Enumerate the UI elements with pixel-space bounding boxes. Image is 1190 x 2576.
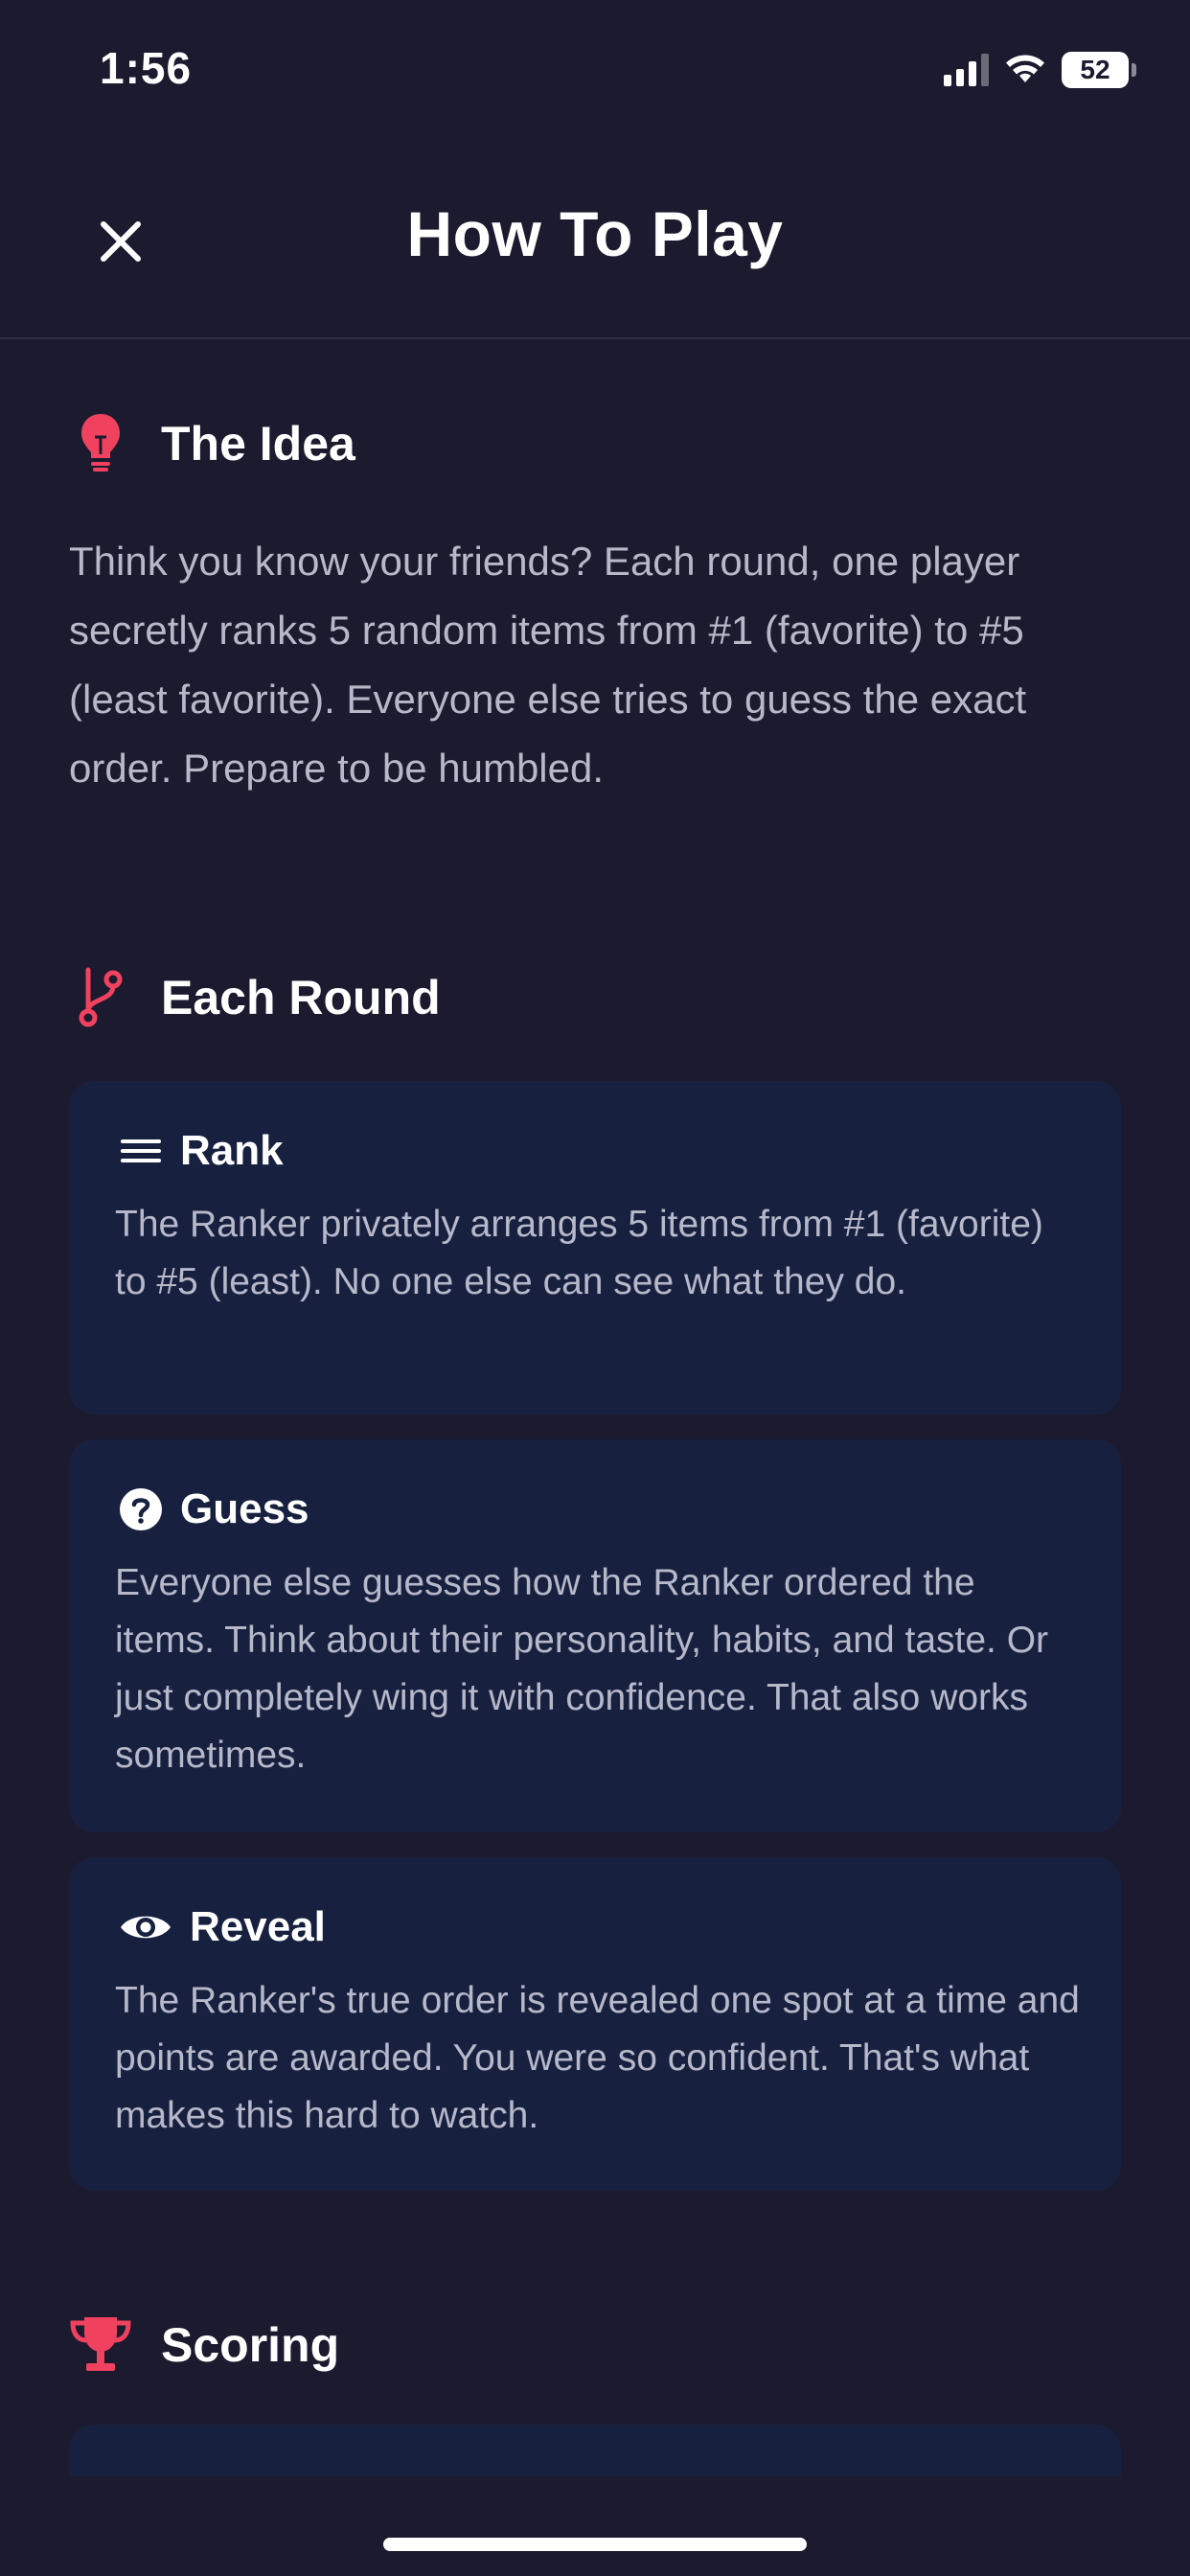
lightbulb-icon: [69, 410, 132, 477]
card-header: Rank: [119, 1127, 284, 1175]
card-title: Reveal: [190, 1903, 326, 1950]
section-each-round-header: Each Round: [69, 964, 441, 1031]
page-title: How To Play: [406, 198, 784, 269]
card-description: The Ranker privately arranges 5 items fr…: [115, 1204, 1043, 1302]
card-header: Guess: [119, 1485, 309, 1533]
round-step-card-guess: Guess Everyone else guesses how the Rank…: [69, 1439, 1121, 1832]
question-circle-icon: [119, 1487, 163, 1531]
branch-icon: [69, 964, 132, 1031]
idea-description: Think you know your friends? Each round,…: [69, 539, 1027, 791]
section-title-idea: The Idea: [161, 417, 355, 471]
trophy-icon: [69, 2312, 132, 2379]
home-indicator[interactable]: [383, 2538, 807, 2551]
scoring-card: [69, 2425, 1121, 2476]
status-bar: 1:56 52: [0, 0, 1190, 144]
section-title-scoring: Scoring: [161, 2318, 340, 2372]
section-idea-header: The Idea: [69, 410, 355, 477]
status-time: 1:56: [100, 43, 193, 93]
section-scoring-header: Scoring: [69, 2312, 339, 2379]
card-title: Rank: [180, 1127, 284, 1174]
card-header: Reveal: [119, 1903, 326, 1951]
card-description: Everyone else guesses how the Ranker ord…: [115, 1562, 1049, 1776]
round-step-card-rank: Rank The Ranker privately arranges 5 ite…: [69, 1081, 1121, 1414]
card-description: The Ranker's true order is revealed one …: [115, 1980, 1080, 2136]
round-step-card-reveal: Reveal The Ranker's true order is reveal…: [69, 1857, 1121, 2191]
header: How To Play: [0, 144, 1190, 339]
battery-icon: 52: [1062, 52, 1136, 88]
menu-lines-icon: [119, 1129, 163, 1173]
card-title: Guess: [180, 1485, 309, 1532]
battery-level: 52: [1062, 52, 1129, 88]
status-icons: 52: [944, 52, 1136, 88]
wifi-icon: [1006, 55, 1044, 82]
section-title-each-round: Each Round: [161, 971, 441, 1024]
eye-icon: [119, 1905, 172, 1949]
signal-icon: [944, 54, 989, 86]
